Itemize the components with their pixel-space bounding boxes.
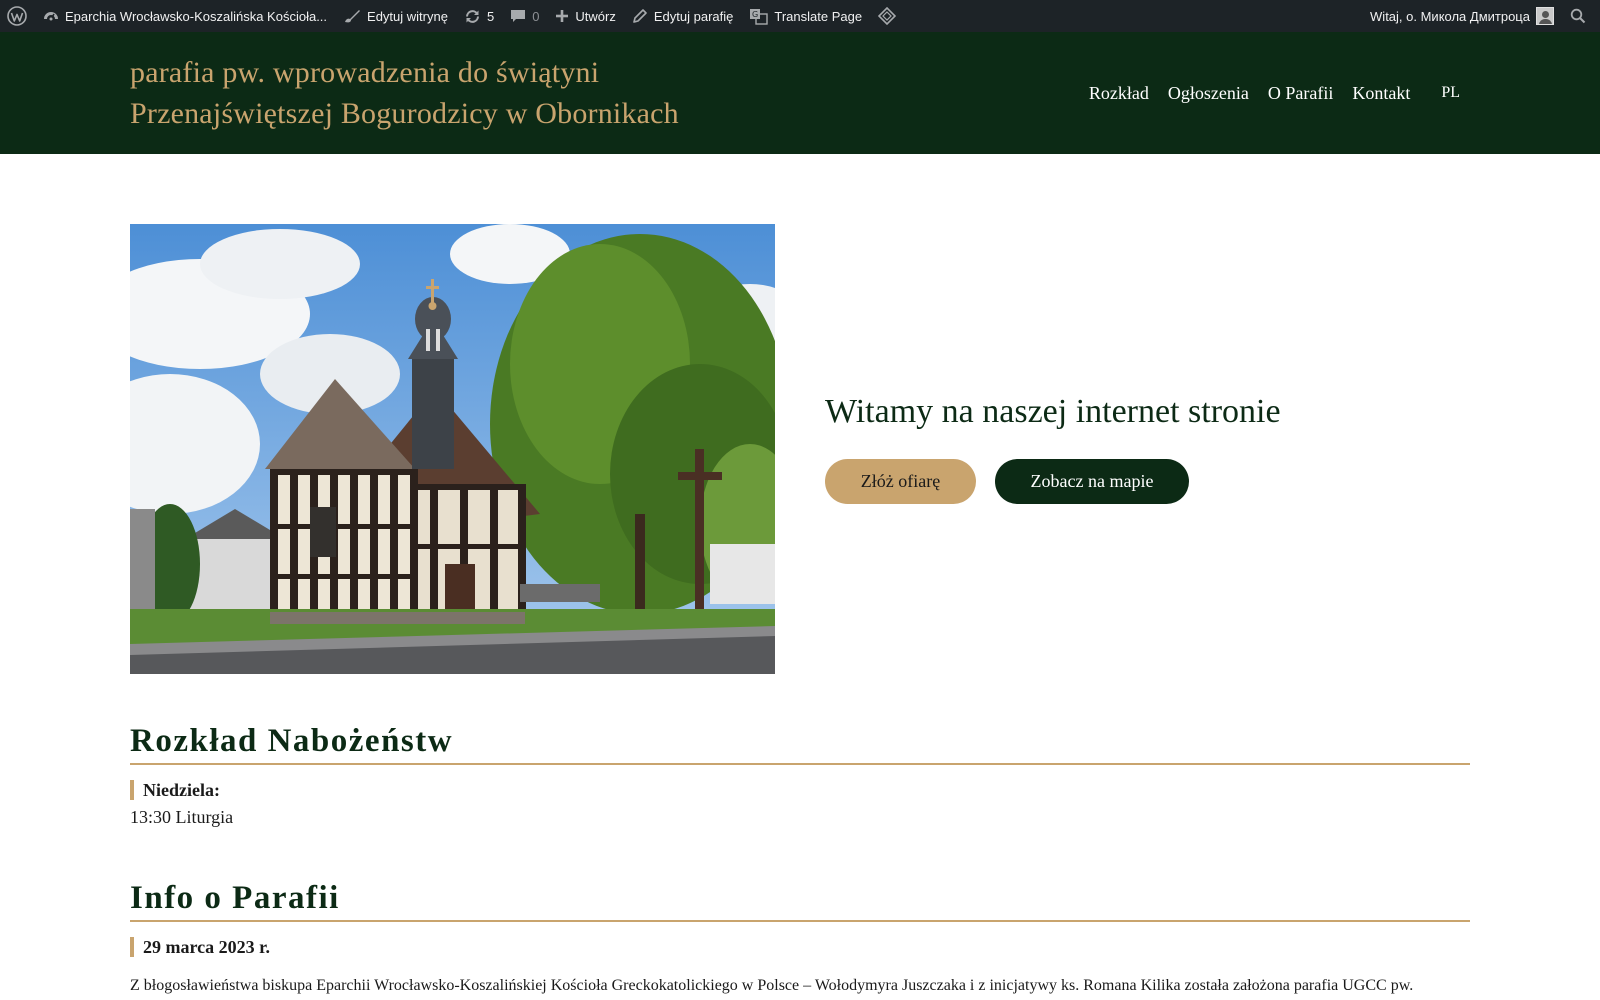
admin-edit-site[interactable]: Edytuj witrynę <box>335 0 456 32</box>
schedule-entry: 13:30 Liturgia <box>130 807 234 827</box>
admin-translate[interactable]: G Translate Page <box>741 0 870 32</box>
admin-comments-count: 0 <box>532 8 540 24</box>
nav-item-rozklad[interactable]: Rozkład <box>1089 83 1149 104</box>
info-paragraph: Z błogosławieństwa biskupa Eparchii Wroc… <box>130 977 1414 994</box>
donate-button[interactable]: Złóż ofiarę <box>825 459 976 504</box>
admin-site-name-label: Eparchia Wrocławsko-Koszalińska Kościoła… <box>65 8 328 24</box>
church-photo <box>130 224 775 674</box>
dashboard-icon <box>44 12 58 21</box>
admin-new-label: Utwórz <box>575 8 616 24</box>
admin-translate-label: Translate Page <box>774 8 863 24</box>
admin-search[interactable] <box>1562 0 1600 32</box>
admin-greeting: Witaj, o. Микола Дмитроца <box>1370 8 1530 24</box>
brush-icon <box>345 10 361 23</box>
nav-item-kontakt[interactable]: Kontakt <box>1352 83 1410 104</box>
admin-edit-site-label: Edytuj witrynę <box>367 8 448 24</box>
admin-edit-parish[interactable]: Edytuj parafię <box>624 0 742 32</box>
site-title-line1: parafia pw. wprowadzenia do świątyni <box>130 56 600 89</box>
admin-updates[interactable]: 5 <box>456 0 502 32</box>
main-nav: Rozkład Ogłoszenia O Parafii Kontakt PL <box>1070 32 1460 154</box>
diamond-icon <box>878 7 897 25</box>
info-date: 29 marca 2023 r. <box>130 937 270 957</box>
site-title[interactable]: parafia pw. wprowadzenia do świątyni Prz… <box>130 52 770 134</box>
updates-icon <box>465 9 479 23</box>
comment-icon <box>511 10 526 22</box>
translate-icon: G <box>750 8 769 25</box>
admin-account[interactable]: Witaj, o. Микола Дмитроца <box>1362 0 1562 32</box>
admin-updates-count: 5 <box>486 8 495 24</box>
avatar <box>1536 7 1554 25</box>
nav-item-o-parafii[interactable]: O Parafii <box>1268 83 1333 104</box>
svg-text:G: G <box>752 10 758 19</box>
admin-site-name[interactable]: Eparchia Wrocławsko-Koszalińska Kościoła… <box>35 0 335 32</box>
admin-comments[interactable]: 0 <box>502 0 547 32</box>
pencil-icon <box>633 9 647 23</box>
admin-bar: Eparchia Wrocławsko-Koszalińska Kościoła… <box>0 0 1600 32</box>
nav-item-ogloszenia[interactable]: Ogłoszenia <box>1168 83 1249 104</box>
wordpress-logo[interactable] <box>0 0 35 32</box>
view-map-button[interactable]: Zobacz na mapie <box>995 459 1189 504</box>
admin-new[interactable]: Utwórz <box>547 0 623 32</box>
admin-diamond[interactable] <box>870 0 904 32</box>
language-switcher[interactable]: PL <box>1441 84 1460 102</box>
site-header: parafia pw. wprowadzenia do świątyni Prz… <box>0 32 1600 154</box>
wordpress-icon <box>7 6 27 26</box>
site-title-line2: Przenajświętszej Bogurodzicy w Obornikac… <box>130 97 679 130</box>
plus-icon <box>556 10 569 22</box>
welcome-heading: Witamy na naszej internet stronie <box>825 393 1281 430</box>
search-icon <box>1570 8 1586 24</box>
schedule-title: Rozkład Nabożeństw <box>130 719 1470 765</box>
schedule-day: Niedziela: <box>130 780 220 800</box>
admin-edit-parish-label: Edytuj parafię <box>653 8 734 24</box>
info-title: Info o Parafii <box>130 876 1470 922</box>
